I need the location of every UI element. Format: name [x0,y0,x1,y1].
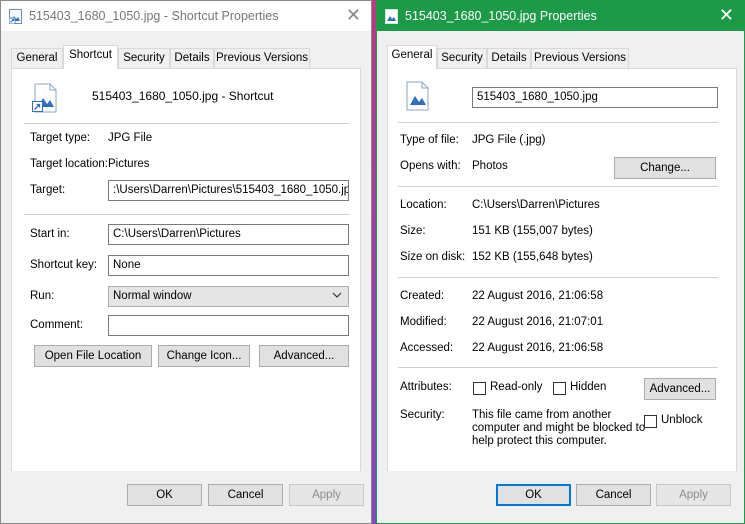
shortcut-properties-window: 515403_1680_1050.jpg - Shortcut Properti… [0,0,372,524]
tab-previous-versions[interactable]: Previous Versions [531,48,629,68]
run-label: Run: [30,290,55,302]
accessed-label: Accessed: [400,342,454,354]
size-value: 151 KB (155,007 bytes) [472,225,593,237]
dialog-footer: OK Cancel Apply [1,471,371,523]
tab-security[interactable]: Security [437,48,487,68]
created-value: 22 August 2016, 21:06:58 [472,290,604,302]
target-location-value: Pictures [108,158,150,170]
open-file-location-button[interactable]: Open File Location [34,345,152,367]
target-type-value: JPG File [108,132,153,144]
tab-general[interactable]: General [11,48,63,68]
tab-details[interactable]: Details [487,48,531,68]
opens-with-value: Photos [472,160,508,172]
security-label: Security: [400,409,445,421]
tab-general[interactable]: General [387,45,437,69]
dialog-footer: OK Cancel Apply [377,471,744,523]
size-label: Size: [400,225,426,237]
shortcut-name: 515403_1680_1050.jpg - Shortcut [92,89,274,103]
general-tab-panel: 515403_1680_1050.jpg Type of file: JPG F… [387,68,737,473]
tab-security[interactable]: Security [118,48,170,68]
apply-button[interactable]: Apply [289,484,364,506]
start-in-input[interactable]: C:\Users\Darren\Pictures [108,224,349,245]
file-name-input[interactable]: 515403_1680_1050.jpg [472,87,718,108]
image-file-icon [9,9,22,24]
tab-details[interactable]: Details [170,48,214,68]
unblock-checkbox[interactable] [644,415,657,428]
type-of-file-value: JPG File (.jpg) [472,134,546,146]
security-message-line-1: This file came from another [472,409,612,421]
shortcut-tab-panel: 515403_1680_1050.jpg - Shortcut Target t… [11,68,361,473]
run-select[interactable]: Normal window [108,286,349,307]
divider [398,122,718,123]
advanced-attributes-button[interactable]: Advanced... [644,378,716,400]
close-icon[interactable]: ✕ [719,6,734,24]
target-input[interactable]: :\Users\Darren\Pictures\515403_1680_1050… [108,180,349,201]
modified-value: 22 August 2016, 21:07:01 [472,316,604,328]
comment-label: Comment: [30,319,84,331]
size-on-disk-label: Size on disk: [400,251,466,263]
security-message-line-2: computer and might be blocked to [472,422,646,434]
type-of-file-label: Type of file: [400,134,459,146]
file-properties-window: 515403_1680_1050.jpg Properties ✕ Genera… [376,0,745,524]
divider [398,367,718,368]
opens-with-label: Opens with: [400,160,461,172]
ok-button[interactable]: OK [496,484,571,506]
start-in-label: Start in: [30,228,70,240]
window-title: 515403_1680_1050.jpg Properties [405,9,597,23]
shortcut-key-label: Shortcut key: [30,259,98,271]
cancel-button[interactable]: Cancel [208,484,283,506]
unblock-label: Unblock [661,414,703,426]
divider [24,123,349,124]
chevron-down-icon [332,292,342,298]
location-label: Location: [400,199,447,211]
change-button[interactable]: Change... [614,157,716,179]
size-on-disk-value: 152 KB (155,648 bytes) [472,251,593,263]
ok-button[interactable]: OK [127,484,202,506]
tab-previous-versions[interactable]: Previous Versions [214,48,310,68]
image-file-icon [385,9,398,24]
hidden-label: Hidden [570,381,607,393]
location-value: C:\Users\Darren\Pictures [472,199,600,211]
divider [398,186,718,187]
divider [24,214,349,215]
cancel-button[interactable]: Cancel [576,484,651,506]
advanced-button[interactable]: Advanced... [259,345,349,367]
shortcut-key-input[interactable]: None [108,255,349,276]
apply-button[interactable]: Apply [656,484,731,506]
target-location-label: Target location: [30,158,108,170]
created-label: Created: [400,290,445,302]
run-select-value: Normal window [113,290,192,302]
shortcut-image-icon [32,83,57,113]
divider [398,277,718,278]
readonly-checkbox[interactable] [473,382,486,395]
shortcut-window-titlebar[interactable]: 515403_1680_1050.jpg - Shortcut Properti… [1,1,371,31]
target-type-label: Target type: [30,132,91,144]
accessed-value: 22 August 2016, 21:06:58 [472,342,604,354]
hidden-checkbox[interactable] [553,382,566,395]
change-icon-button[interactable]: Change Icon... [158,345,250,367]
target-label: Target: [30,184,66,196]
window-title: 515403_1680_1050.jpg - Shortcut Properti… [29,9,279,23]
close-icon[interactable]: ✕ [346,6,361,24]
image-file-large-icon [406,81,429,111]
comment-input[interactable] [108,315,349,336]
security-message-line-3: help protect this computer. [472,435,607,447]
modified-label: Modified: [400,316,447,328]
file-window-titlebar[interactable]: 515403_1680_1050.jpg Properties ✕ [377,1,744,31]
readonly-label: Read-only [490,381,543,393]
tab-shortcut[interactable]: Shortcut [63,45,118,69]
attributes-label: Attributes: [400,381,452,393]
